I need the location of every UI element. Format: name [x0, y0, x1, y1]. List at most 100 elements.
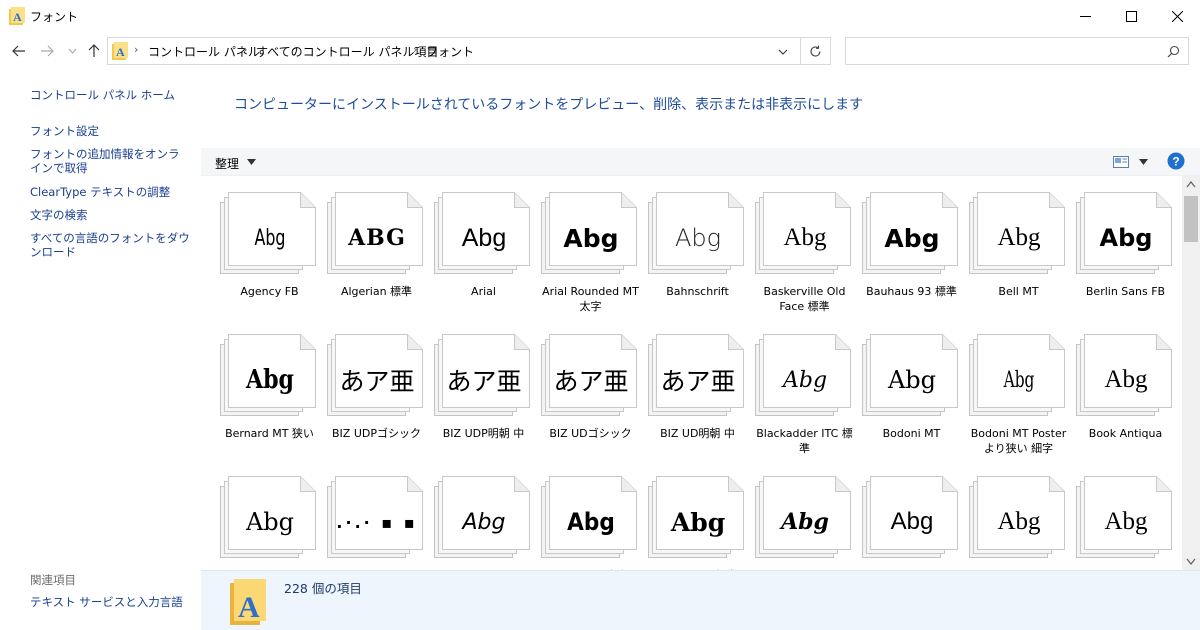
text-services-link[interactable]: テキスト サービスと入力言語 — [30, 595, 195, 609]
scroll-up-icon[interactable] — [1186, 180, 1196, 188]
svg-text:?: ? — [1172, 155, 1179, 169]
refresh-button[interactable] — [800, 38, 830, 64]
font-name-label: Bernard MT 狭い — [225, 427, 314, 440]
close-icon — [1171, 10, 1183, 22]
close-button[interactable] — [1154, 0, 1200, 32]
scrollbar-thumb[interactable] — [1184, 196, 1198, 242]
scroll-down-icon[interactable] — [1186, 558, 1196, 566]
font-sample: Abg — [884, 223, 940, 253]
font-sample: Abg — [567, 508, 615, 536]
font-sample: Abg — [462, 509, 506, 535]
organize-button[interactable]: 整理 — [215, 155, 239, 172]
font-file-icon: あア亜 — [541, 334, 637, 416]
maximize-button[interactable] — [1108, 0, 1154, 32]
font-file-icon: Abg — [969, 476, 1065, 558]
vertical-scrollbar[interactable] — [1182, 176, 1200, 570]
font-name-label: Bell MT — [998, 285, 1039, 298]
font-tile[interactable]: Abg Book Antiqua — [1074, 330, 1177, 466]
recent-locations-button[interactable] — [63, 42, 81, 60]
font-tile[interactable]: Abg Agency FB — [218, 188, 321, 324]
font-tile[interactable]: ABG Algerian 標準 — [325, 188, 428, 324]
font-tile[interactable]: AbgBritannic 太字 — [539, 472, 642, 570]
download-all-languages-link[interactable]: すべての言語のフォントをダウンロード — [30, 231, 195, 259]
chevron-down-icon[interactable] — [776, 45, 790, 59]
font-file-icon: Abg — [648, 192, 744, 274]
font-sample: Abg — [461, 223, 507, 252]
font-tile[interactable]: Abg Bauhaus 93 標準 — [860, 188, 963, 324]
font-tile[interactable]: Abg Baskerville Old Face 標準 — [753, 188, 856, 324]
font-sample: Abg — [783, 224, 827, 251]
font-name-label: Agency FB — [240, 285, 299, 298]
font-tile[interactable]: AbgBradley Hand ITC — [432, 472, 535, 570]
font-tile[interactable]: Abg Bodoni MT Poster より狭い 細字 — [967, 330, 1070, 466]
font-tile[interactable]: Abg Berlin Sans FB — [1074, 188, 1177, 324]
font-sample: Abg — [563, 223, 619, 253]
font-sample: あア亜 — [660, 367, 736, 396]
font-file-icon: Abg — [969, 192, 1065, 274]
font-sample: Abg — [1099, 224, 1153, 252]
font-tile[interactable]: Abg Arial Rounded MT 太字 — [539, 188, 642, 324]
font-tile[interactable]: AbgCalibri — [860, 472, 963, 570]
font-file-icon: ABG — [327, 192, 423, 274]
font-tile[interactable]: AbgBookman Old — [218, 472, 321, 570]
font-sample: ABG — [348, 225, 406, 251]
help-icon[interactable]: ? — [1167, 152, 1185, 170]
svg-text:A: A — [13, 10, 22, 24]
font-tile[interactable]: Abg Blackadder ITC 標準 — [753, 330, 856, 466]
address-bar[interactable]: A › コントロール パネル › すべてのコントロール パネル項目 › フォント — [107, 37, 831, 65]
font-tile[interactable]: AbgBroadway 標準 — [646, 472, 749, 570]
font-tile[interactable]: .·.· ▪ ▪Bookshelf — [325, 472, 428, 570]
control-panel-home-link[interactable]: コントロール パネル ホーム — [30, 88, 195, 102]
font-name-label: Berlin Sans FB — [1085, 285, 1166, 298]
forward-button[interactable] — [38, 42, 56, 60]
font-tile[interactable]: あア亜 BIZ UD明朝 中 — [646, 330, 749, 466]
up-button[interactable] — [85, 42, 103, 60]
find-character-link[interactable]: 文字の検索 — [30, 208, 195, 222]
page-heading: コンピューターにインストールされているフォントをプレビュー、削除、表示または非表… — [234, 97, 864, 113]
minimize-button[interactable] — [1062, 0, 1108, 32]
font-tile[interactable]: AbgBrush Script MT — [753, 472, 856, 570]
breadcrumb-all-items[interactable]: すべてのコントロール パネル項目 — [256, 43, 439, 60]
caret-down-icon[interactable] — [247, 159, 256, 165]
font-file-icon: Abg — [862, 334, 958, 416]
back-button[interactable] — [10, 42, 28, 60]
left-pane: コントロール パネル ホーム フォント設定 フォントの追加情報をオンラインで取得… — [0, 70, 200, 630]
font-list: Abg Agency FB ABG Algerian 標準 Abg Arial Abg Ari… — [201, 176, 1182, 570]
font-name-label: BIZ UD明朝 中 — [660, 427, 735, 440]
caret-down-icon[interactable] — [1139, 159, 1148, 165]
fonts-folder-icon: A — [230, 579, 266, 625]
font-settings-link[interactable]: フォント設定 — [30, 124, 195, 138]
font-tile[interactable]: AbgCalifornian FB — [967, 472, 1070, 570]
main-pane: コンピューターにインストールされているフォントをプレビュー、削除、表示または非表… — [201, 70, 1200, 630]
font-tile[interactable]: Abg Bernard MT 狭い — [218, 330, 321, 466]
font-sample: Abg — [890, 508, 934, 535]
font-sample: .·.· ▪ ▪ — [336, 512, 418, 532]
font-name-label: BIZ UDP明朝 中 — [442, 427, 525, 440]
font-file-icon: あア亜 — [648, 334, 744, 416]
font-tile[interactable]: あア亜 BIZ UDPゴシック — [325, 330, 428, 466]
search-input[interactable] — [845, 37, 1189, 65]
font-tile[interactable]: Abg Arial — [432, 188, 535, 324]
font-sample: Abg — [1104, 366, 1148, 393]
item-count: 228 個の項目 — [284, 581, 362, 596]
font-sample: Abg — [254, 225, 286, 251]
get-more-font-info-link[interactable]: フォントの追加情報をオンラインで取得 — [30, 147, 190, 175]
minimize-icon — [1079, 15, 1091, 17]
breadcrumb-fonts[interactable]: フォント — [426, 43, 474, 60]
font-tile[interactable]: Abg Bahnschrift — [646, 188, 749, 324]
font-file-icon: Abg — [434, 476, 530, 558]
font-sample: Abg — [674, 224, 722, 252]
font-tile[interactable]: Abg Bell MT — [967, 188, 1070, 324]
font-sample: あア亜 — [446, 367, 522, 396]
cleartype-link[interactable]: ClearType テキストの調整 — [30, 185, 195, 199]
view-options-icon[interactable] — [1113, 156, 1129, 168]
font-tile[interactable]: AbgCalisto MT — [1074, 472, 1177, 570]
font-sample: Abg — [245, 508, 295, 536]
font-sample: Abg — [245, 365, 295, 395]
font-tile[interactable]: あア亜 BIZ UDゴシック — [539, 330, 642, 466]
font-file-icon: .·.· ▪ ▪ — [327, 476, 423, 558]
font-sample: Abg — [782, 367, 828, 393]
font-tile[interactable]: Abg Bodoni MT — [860, 330, 963, 466]
font-tile[interactable]: あア亜 BIZ UDP明朝 中 — [432, 330, 535, 466]
font-file-icon: Abg — [220, 192, 316, 274]
